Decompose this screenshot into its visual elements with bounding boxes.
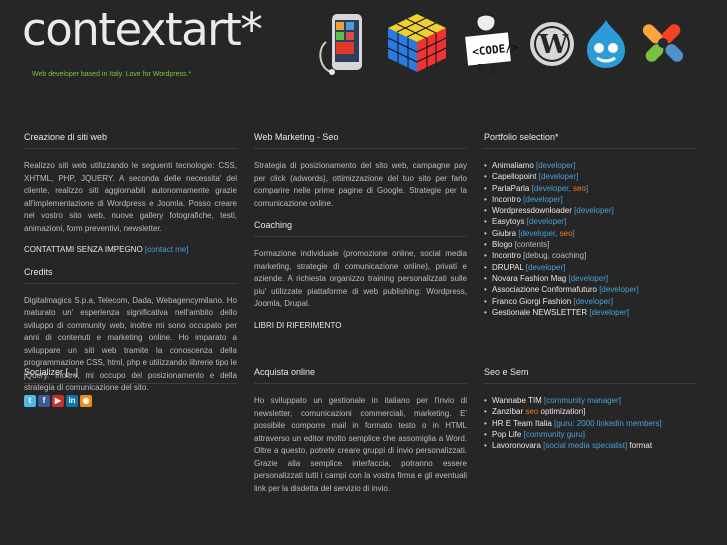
portfolio-item-tag: [developer] [599,285,639,295]
portfolio-item: DRUPAL [developer] [484,262,697,274]
creazione-text: Realizzo siti web utilizzando le seguent… [24,161,237,233]
seo-section: Seo e Sem Wannabe TIM [community manager… [484,366,697,452]
seo-item-name: Pop Life [492,429,522,439]
section-title-coaching: Coaching [254,219,467,237]
portfolio-item: Gestionale NEWSLETTER [developer] [484,307,697,319]
portfolio-item-tag: [developer, seo] [518,228,575,238]
seo-item: HR E Team Italia [guru: 2000 linkedin me… [484,418,697,430]
portfolio-item: Incontro [debug, coaching] [484,250,697,262]
phone-icon[interactable] [316,12,374,83]
seo-item: Zanzibar seo optimization] [484,406,697,418]
portfolio-list: Animaliamo [developer]Capellopoint [deve… [484,160,697,318]
portfolio-item-link[interactable]: Blogo [492,240,512,249]
portfolio-item: Animaliamo [developer] [484,160,697,172]
site-header: contextart* Web developer based in Italy… [0,0,727,100]
portfolio-item-tag: [developer] [589,307,629,317]
portfolio-item-tag: [developer] [538,172,579,182]
seo-item: Wannabe TIM [community manager] [484,395,697,407]
portfolio-item-tag: [contents] [514,240,550,250]
portfolio-item-link[interactable]: Capellopoint [492,172,536,181]
seo-item-tag[interactable]: [social media specialist] [543,441,627,450]
column-middle: Web Marketing - Seo Strategia di posizio… [254,131,467,341]
coaching-text: Formazione individuale (promozione onlin… [254,249,467,308]
youtube-icon[interactable]: ▶ [52,395,64,407]
portfolio-item: Capellopoint [developer] [484,171,697,183]
section-title-acquista: Acquista online [254,366,467,384]
seo-item-tag[interactable]: seo [525,407,538,416]
portfolio-item: Incontro [developer] [484,194,697,206]
portfolio-item-tag: [developer] [523,194,563,204]
seo-item-tag[interactable]: [guru: 2000 linkedin members] [554,419,662,428]
seo-item-suffix: optimization] [538,407,586,417]
portfolio-item: Blogo [contents] [484,239,697,251]
portfolio-item-link[interactable]: DRUPAL [492,263,524,272]
portfolio-item-link[interactable]: Incontro [492,251,521,260]
seo-item-name: Lavoronovara [492,441,541,451]
portfolio-item-link[interactable]: Associazione Conformafuturo [492,285,597,294]
socializer-section: Socializer [...] t f ▶ in ◉ [24,366,237,407]
joomla-icon[interactable] [636,16,690,75]
portfolio-item: Easytoys [developer] [484,216,697,228]
portfolio-item-link[interactable]: Easytoys [492,217,524,226]
portfolio-item: Associazione Conformafuturo [developer] [484,284,697,296]
linkedin-icon[interactable]: in [66,395,78,407]
portfolio-item-tag: [developer] [525,262,566,272]
portfolio-item-tag: [debug, coaching] [523,251,587,261]
seo-item-suffix: format [627,441,653,451]
seo-item: Pop Life [community guru] [484,429,697,441]
portfolio-item: Giubra [developer, seo] [484,228,697,240]
section-title-portfolio: Portfolio selection* [484,131,697,149]
portfolio-item: Franco Giorgi Fashion [developer] [484,296,697,308]
twitter-icon[interactable]: t [24,395,36,407]
libri-link[interactable]: LIBRI DI RIFERIMENTO [254,320,467,333]
seo-item: Lavoronovara [social media specialist] f… [484,440,697,452]
site-logo[interactable]: contextart* [22,4,263,56]
portfolio-item-tag: [developer] [573,296,613,306]
portfolio-item-link[interactable]: Wordpressdownloader [492,206,572,215]
column-left: Creazione di siti web Realizzo siti web … [24,131,237,404]
column-right: Portfolio selection* Animaliamo [develop… [484,131,697,318]
site-tagline: Web developer based in Italy. Love for W… [32,71,192,78]
portfolio-item-tag: [developer] [526,217,567,227]
svg-text:W: W [538,30,569,60]
portfolio-item: Novara Fashion Mag [developer] [484,273,697,285]
contact-me-link[interactable]: [contact me] [145,245,189,254]
portfolio-item-link[interactable]: Animaliamo [492,161,534,170]
seo-list: Wannabe TIM [community manager]Zanzibar … [484,395,697,452]
acquista-section: Acquista online Ho sviluppato un gestion… [254,366,467,504]
portfolio-item-link[interactable]: Franco Giorgi Fashion [492,297,571,306]
portfolio-item: Wordpressdownloader [developer] [484,205,697,217]
facebook-icon[interactable]: f [38,395,50,407]
portfolio-item-link[interactable]: Gestionale NEWSLETTER [492,308,587,317]
acquista-text: Ho sviluppato un gestionale in italiano … [254,396,467,493]
seo-item-name: HR E Team Italia [492,418,552,428]
seo-item-tag[interactable]: [community manager] [544,396,621,405]
rss-icon[interactable]: ◉ [80,395,92,407]
section-title-seo: Seo e Sem [484,366,697,384]
portfolio-item-tag: [developer, seo] [531,183,589,193]
portfolio-item: ParlaParla [developer, seo] [484,183,697,195]
wordpress-icon[interactable]: W [528,20,576,73]
section-title-socializer[interactable]: Socializer [...] [24,366,237,384]
webmarketing-text: Strategia di posizionamento del sito web… [254,161,467,208]
rubiks-cube-icon[interactable] [386,12,448,79]
section-title-credits: Credits [24,266,237,284]
seo-item-tag[interactable]: [community guru] [524,430,585,439]
contact-text: CONTATTAMI SENZA IMPEGNO [24,245,143,254]
portfolio-item-link[interactable]: Giubra [492,229,516,238]
portfolio-item-tag: [developer] [574,206,614,216]
portfolio-item-tag: [developer] [536,161,576,170]
social-icons: t f ▶ in ◉ [24,395,237,407]
code-newspaper-man-icon[interactable]: <CODE/> [456,10,520,81]
drupal-icon[interactable] [583,18,629,75]
section-title-webmarketing: Web Marketing - Seo [254,131,467,149]
portfolio-item-link[interactable]: Novara Fashion Mag [492,274,566,283]
portfolio-item-tag: [developer] [568,273,609,283]
portfolio-item-link[interactable]: ParlaParla [492,184,529,193]
seo-item-name: Wannabe TIM [492,396,542,405]
portfolio-item-link[interactable]: Incontro [492,195,521,204]
seo-item-name: Zanzibar [492,407,524,417]
section-title-creazione: Creazione di siti web [24,131,237,149]
contact-line: CONTATTAMI SENZA IMPEGNO [contact me] [24,244,237,257]
